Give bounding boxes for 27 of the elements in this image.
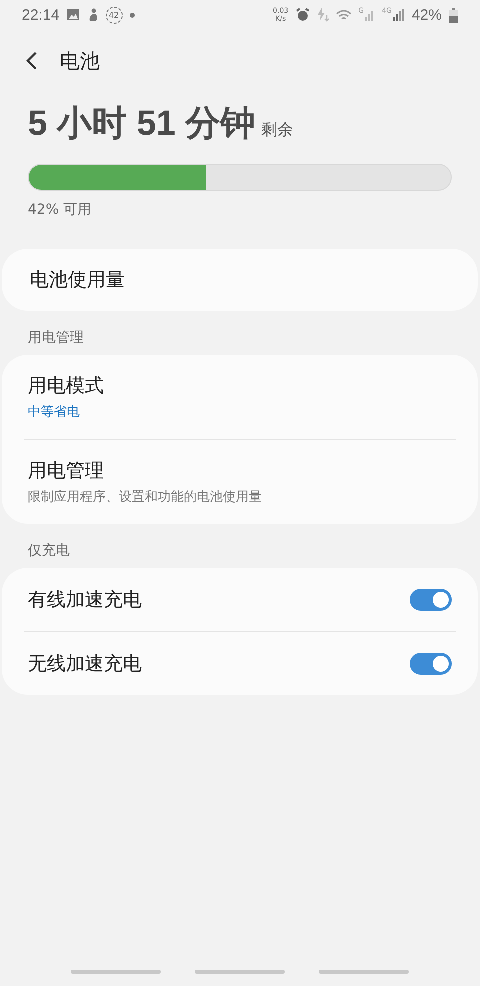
setting-subtitle: 限制应用程序、设置和功能的电池使用量 xyxy=(28,489,262,506)
notification-count-badge: 42 xyxy=(106,6,123,24)
toggle-switch[interactable] xyxy=(410,652,452,674)
status-time: 22:14 xyxy=(22,6,60,24)
flash-icon xyxy=(316,8,329,22)
setting-title[interactable]: 用电模式 xyxy=(28,373,104,399)
section-heading: 仅充电 xyxy=(27,542,71,561)
available-percent: 42% 可用 xyxy=(28,201,92,219)
page-title: 电池 xyxy=(60,48,100,74)
time-remaining: 5 小时 51 分钟 xyxy=(28,103,256,145)
toggle-switch[interactable] xyxy=(410,588,452,610)
remaining-label: 剩余 xyxy=(262,120,294,141)
signal-icon xyxy=(392,9,405,21)
battery-icon xyxy=(449,8,458,22)
alarm-icon xyxy=(296,8,310,22)
setting-title: 有线加速充电 xyxy=(28,588,142,612)
setting-title[interactable]: 用电管理 xyxy=(28,458,104,484)
setting-title: 无线加速充电 xyxy=(28,652,142,676)
image-icon xyxy=(66,9,80,21)
battery-usage-item[interactable]: 电池使用量 xyxy=(2,249,478,311)
dot-icon xyxy=(130,12,135,18)
section-heading: 用电管理 xyxy=(27,329,85,348)
signal-icon xyxy=(365,9,376,21)
battery-percent: 42% xyxy=(412,6,442,24)
back-icon xyxy=(26,51,38,71)
setting-subtitle: 中等省电 xyxy=(28,404,80,421)
wifi-icon xyxy=(336,8,352,22)
